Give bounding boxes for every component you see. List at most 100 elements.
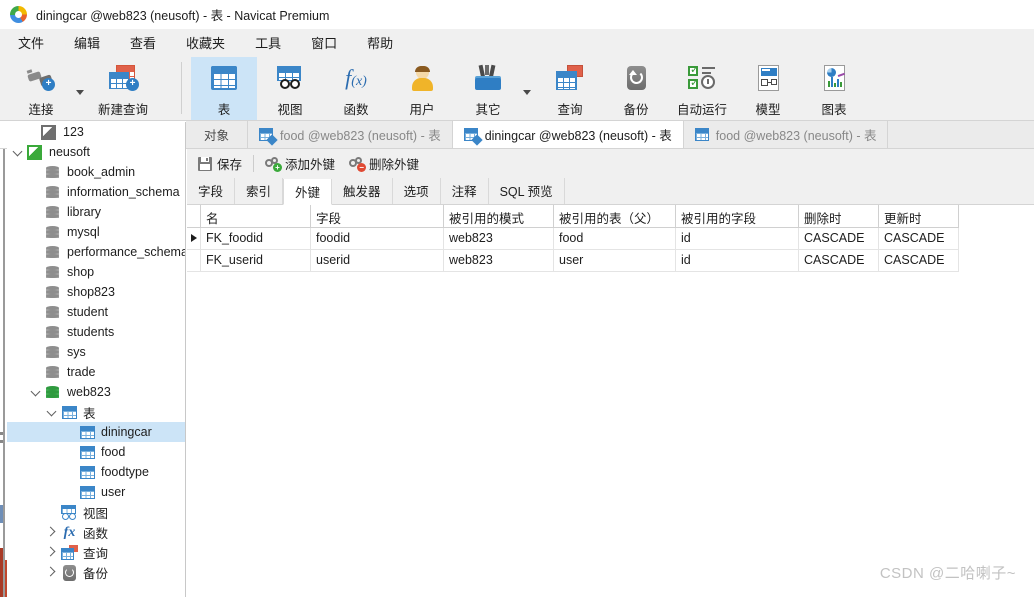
grid-header-on-delete[interactable]: 删除时 <box>799 205 879 227</box>
tree-item-neusoft[interactable]: neusoft <box>7 142 185 162</box>
grid-header-on-update[interactable]: 更新时 <box>879 205 959 227</box>
cell-on-delete[interactable]: CASCADE <box>799 228 879 249</box>
menu-item-edit[interactable]: 编辑 <box>74 30 100 55</box>
tree-item-library[interactable]: library <box>7 202 185 222</box>
tab-indexes[interactable]: 索引 <box>235 178 284 204</box>
menu-item-file[interactable]: 文件 <box>18 30 44 55</box>
menu-item-window[interactable]: 窗口 <box>311 30 337 55</box>
ribbon-button-backup[interactable]: 备份 <box>603 57 669 120</box>
tree-twisty-collapse-icon[interactable] <box>45 522 59 542</box>
tree-item-students[interactable]: students <box>7 322 185 342</box>
tree-item-user[interactable]: user <box>7 482 185 502</box>
cell-ref-field[interactable]: id <box>676 228 799 249</box>
cell-on-update[interactable]: CASCADE <box>879 250 959 271</box>
tree-label: shop823 <box>67 285 115 299</box>
tree-item-shop[interactable]: shop <box>7 262 185 282</box>
grid-header-ref-table[interactable]: 被引用的表（父） <box>554 205 676 227</box>
tab-comment[interactable]: 注释 <box>441 178 489 204</box>
tab-objects[interactable]: 对象 <box>186 121 249 148</box>
grid-header-name[interactable]: 名 <box>201 205 311 227</box>
grid-header-ref-field[interactable]: 被引用的字段 <box>676 205 799 227</box>
tree-item-diningcar[interactable]: diningcar <box>7 422 185 442</box>
tree-item-views-folder[interactable]: 视图 <box>7 502 185 522</box>
tree-item-sys[interactable]: sys <box>7 342 185 362</box>
tree-label: web823 <box>67 385 111 399</box>
menu-item-view[interactable]: 查看 <box>130 30 156 55</box>
tab-diningcar-designer[interactable]: diningcar @web823 (neusoft) - 表 <box>452 121 684 148</box>
tree-item-123[interactable]: 123 <box>7 122 185 142</box>
navigation-tree[interactable]: 123 neusoft book_admin information_schem… <box>7 122 186 597</box>
tab-food-data[interactable]: food @web823 (neusoft) - 表 <box>683 121 889 148</box>
cell-name[interactable]: FK_userid <box>201 250 311 271</box>
ribbon-button-model[interactable]: 模型 <box>735 57 801 120</box>
menu-item-help[interactable]: 帮助 <box>367 30 393 55</box>
tree-twisty-expand-icon[interactable] <box>29 382 43 402</box>
ribbon-button-user[interactable]: 用户 <box>389 57 455 120</box>
ribbon-button-connection[interactable]: + 连接 <box>8 57 74 120</box>
tree-item-performance-schema[interactable]: performance_schema <box>7 242 185 262</box>
tree-item-information-schema[interactable]: information_schema <box>7 182 185 202</box>
ribbon-button-other[interactable]: 其它 <box>455 57 521 120</box>
ribbon-button-automation[interactable]: 自动运行 <box>669 57 735 120</box>
connection-dropdown-caret-icon[interactable] <box>76 90 84 95</box>
tree-item-book-admin[interactable]: book_admin <box>7 162 185 182</box>
tree-item-trade[interactable]: trade <box>7 362 185 382</box>
tree-item-foodtype[interactable]: foodtype <box>7 462 185 482</box>
query-icon <box>554 64 586 94</box>
tree-item-shop823[interactable]: shop823 <box>7 282 185 302</box>
foreign-keys-grid[interactable]: 名 字段 被引用的模式 被引用的表（父） 被引用的字段 删除时 更新时 FK_f… <box>187 205 1034 597</box>
cell-ref-table[interactable]: user <box>554 250 676 271</box>
ribbon-button-view[interactable]: 视图 <box>257 57 323 120</box>
ribbon-label-other: 其它 <box>475 103 501 117</box>
row-indicator <box>187 250 201 271</box>
tab-triggers[interactable]: 触发器 <box>332 178 393 204</box>
tree-twisty-collapse-icon[interactable] <box>45 562 59 582</box>
cell-ref-schema[interactable]: web823 <box>444 228 554 249</box>
menu-item-favorites[interactable]: 收藏夹 <box>186 30 225 55</box>
ribbon-button-function[interactable]: f(x) 函数 <box>323 57 389 120</box>
tree-item-mysql[interactable]: mysql <box>7 222 185 242</box>
cell-field[interactable]: foodid <box>311 228 444 249</box>
table-row[interactable]: FK_foodid foodid web823 food id CASCADE … <box>187 228 959 250</box>
tree-item-queries-folder[interactable]: 查询 <box>7 542 185 562</box>
toolbar-separator <box>253 155 255 172</box>
cell-on-delete[interactable]: CASCADE <box>799 250 879 271</box>
table-row[interactable]: FK_userid userid web823 user id CASCADE … <box>187 250 959 272</box>
tree-item-functions-folder[interactable]: fx 函数 <box>7 522 185 542</box>
cell-name[interactable]: FK_foodid <box>201 228 311 249</box>
tab-label-sql-preview: SQL 预览 <box>499 185 553 199</box>
tree-item-tables-folder[interactable]: 表 <box>7 402 185 422</box>
tree-item-student[interactable]: student <box>7 302 185 322</box>
designer-property-tabs: 字段 索引 外键 触发器 选项 注释 SQL 预览 <box>187 178 1034 205</box>
save-button[interactable]: 保存 <box>191 151 249 176</box>
menu-item-tools[interactable]: 工具 <box>255 30 281 55</box>
tree-item-food[interactable]: food <box>7 442 185 462</box>
add-foreign-key-button[interactable]: + 添加外键 <box>258 151 342 176</box>
other-dropdown-caret-icon[interactable] <box>523 90 531 95</box>
tab-options[interactable]: 选项 <box>393 178 441 204</box>
tree-item-backups-folder[interactable]: 备份 <box>7 562 185 582</box>
cell-ref-schema[interactable]: web823 <box>444 250 554 271</box>
grid-header-field[interactable]: 字段 <box>311 205 444 227</box>
ribbon-button-chart[interactable]: 图表 <box>801 57 867 120</box>
database-icon <box>43 204 62 221</box>
tab-sql-preview[interactable]: SQL 预览 <box>489 178 565 204</box>
cell-ref-table[interactable]: food <box>554 228 676 249</box>
tree-twisty-expand-icon[interactable] <box>11 142 25 162</box>
grid-header-ref-schema[interactable]: 被引用的模式 <box>444 205 554 227</box>
cell-field[interactable]: userid <box>311 250 444 271</box>
cell-ref-field[interactable]: id <box>676 250 799 271</box>
ribbon-button-new-query[interactable]: + 新建查询 <box>90 57 156 120</box>
tree-twisty-expand-icon[interactable] <box>45 402 59 422</box>
cell-on-update[interactable]: CASCADE <box>879 228 959 249</box>
ribbon-button-table[interactable]: 表 <box>191 57 257 120</box>
tab-fields[interactable]: 字段 <box>187 178 236 204</box>
ribbon-button-query[interactable]: 查询 <box>537 57 603 120</box>
database-icon <box>43 324 62 341</box>
tree-label: 视图 <box>83 506 109 521</box>
tab-foreign-keys[interactable]: 外键 <box>283 179 333 205</box>
tree-item-web823[interactable]: web823 <box>7 382 185 402</box>
tree-twisty-collapse-icon[interactable] <box>45 542 59 562</box>
delete-foreign-key-button[interactable]: − 删除外键 <box>342 151 426 176</box>
tab-food-designer[interactable]: food @web823 (neusoft) - 表 <box>248 121 453 148</box>
